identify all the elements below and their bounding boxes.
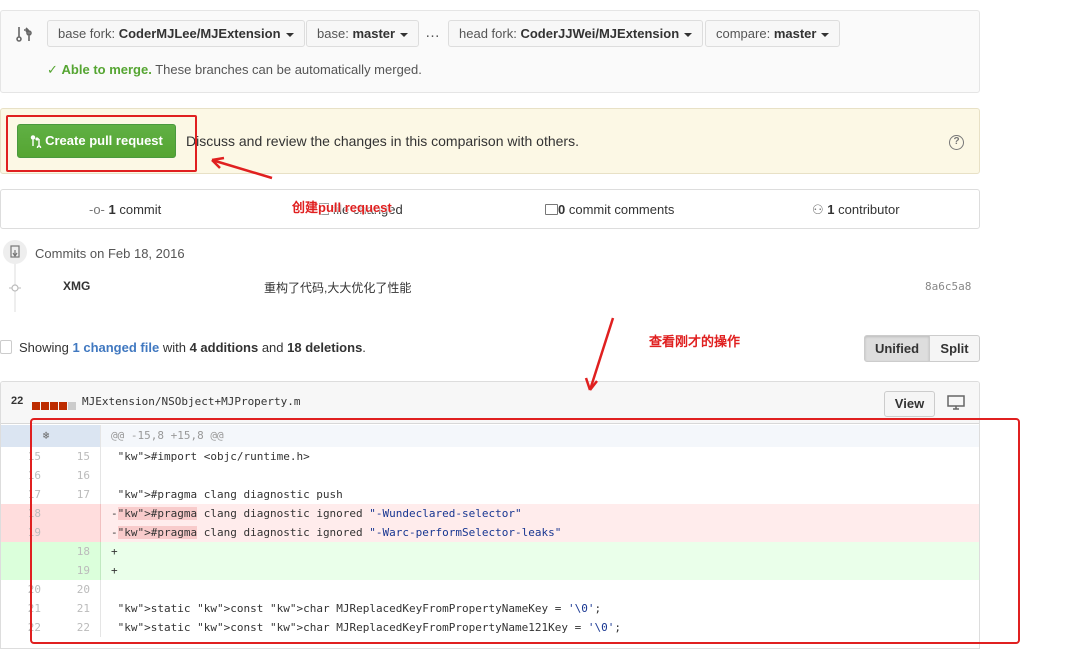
merge-status-label: Able to merge. xyxy=(61,62,152,77)
base-branch-select[interactable]: base: master xyxy=(306,20,420,47)
range-editor: base fork: CoderMJLee/MJExtension base: … xyxy=(0,10,980,93)
comment-icon xyxy=(545,204,558,215)
annotation-highlight-box xyxy=(6,115,197,172)
annotation-diff-box xyxy=(30,418,1020,644)
merge-status: ✓ Able to merge. These branches can be a… xyxy=(47,62,422,78)
commit-dot-icon xyxy=(9,281,21,292)
commit-sha[interactable]: 8a6c5a8 xyxy=(925,280,971,293)
base-fork-label: base fork: xyxy=(58,26,116,41)
question-icon[interactable]: ? xyxy=(949,135,964,150)
annotation-arrow-view xyxy=(588,317,615,391)
comments-summary[interactable]: 0 commit comments xyxy=(545,202,674,217)
compare-value: master xyxy=(773,26,817,41)
diffstat-count: 22 xyxy=(11,395,24,407)
commits-label: commit xyxy=(119,202,162,217)
head-fork-label: head fork: xyxy=(459,26,517,41)
toc-and: and xyxy=(261,340,284,355)
base-label: base: xyxy=(317,26,349,41)
check-icon: ✓ xyxy=(47,62,58,77)
toc-period: . xyxy=(362,340,366,355)
base-value: master xyxy=(352,26,396,41)
range-ellipsis: … xyxy=(425,24,440,41)
commit-author[interactable]: XMG xyxy=(63,279,90,293)
unified-view-button[interactable]: Unified xyxy=(864,335,930,362)
comments-label: commit comments xyxy=(568,202,675,217)
merge-status-detail: These branches can be automatically merg… xyxy=(155,62,422,77)
contributors-label: contributor xyxy=(838,202,900,217)
caret-down-icon xyxy=(285,32,294,37)
diffstat-blocks xyxy=(32,398,77,413)
caret-down-icon xyxy=(684,32,693,37)
annotation-view-label: 查看刚才的操作 xyxy=(649,334,741,349)
file-diff-icon xyxy=(0,340,12,354)
contributors-count: 1 xyxy=(827,202,835,217)
create-pr-description: Discuss and review the changes in this c… xyxy=(186,133,579,149)
base-fork-select[interactable]: base fork: CoderMJLee/MJExtension xyxy=(47,20,305,47)
commits-date-heading: Commits on Feb 18, 2016 xyxy=(35,246,185,261)
head-fork-select[interactable]: head fork: CoderJJWei/MJExtension xyxy=(448,20,704,47)
organization-icon: ⚇ xyxy=(812,202,824,217)
file-name[interactable]: MJExtension/NSObject+MJProperty.m xyxy=(82,395,301,408)
toc-summary: Showing 1 changed file with 4 additions … xyxy=(19,340,366,355)
base-fork-value: CoderMJLee/MJExtension xyxy=(118,26,281,41)
device-desktop-icon[interactable] xyxy=(947,395,965,411)
toc-showing: Showing xyxy=(19,340,69,355)
commits-count: 1 xyxy=(108,202,116,217)
git-commit-icon: -o- xyxy=(89,202,105,217)
commit-message[interactable]: 重构了代码,大大优化了性能 xyxy=(264,279,411,296)
view-file-button[interactable]: View xyxy=(884,391,935,417)
caret-down-icon xyxy=(821,32,830,37)
compare-branch-select[interactable]: compare: master xyxy=(705,20,841,47)
annotation-create-label: 创建pull request xyxy=(292,200,392,215)
additions-count: 4 additions xyxy=(189,340,259,355)
commits-summary[interactable]: -o- 1 commit xyxy=(89,202,161,217)
head-fork-value: CoderJJWei/MJExtension xyxy=(520,26,680,41)
deletions-count: 18 deletions xyxy=(287,340,363,355)
toc-with: with xyxy=(162,340,186,355)
git-compare-icon xyxy=(16,27,32,42)
git-commit-group-icon xyxy=(3,240,27,264)
numbers-summary: -o- 1 commit file changed 0 commit comme… xyxy=(0,189,980,229)
split-view-button[interactable]: Split xyxy=(929,335,980,362)
changed-files-link[interactable]: 1 changed file xyxy=(73,340,160,355)
caret-down-icon xyxy=(400,32,409,37)
compare-label: compare: xyxy=(716,26,771,41)
comments-count: 0 xyxy=(558,202,566,217)
contributors-summary[interactable]: ⚇ 1 contributor xyxy=(812,202,900,218)
